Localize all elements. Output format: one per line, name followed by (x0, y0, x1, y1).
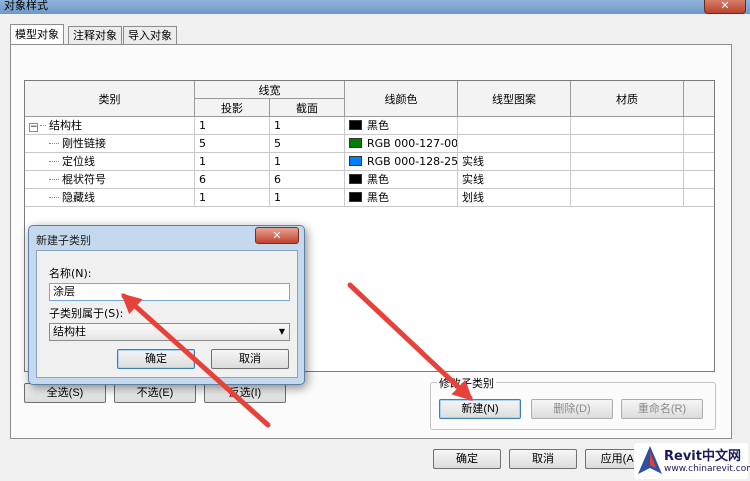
watermark-brand: Revit中文网 (664, 449, 741, 464)
tab-model-objects[interactable]: 模型对象 (10, 24, 64, 44)
watermark-url: www.chinarevit.com (664, 464, 750, 474)
revit-logo-icon (638, 446, 662, 474)
arrow-to-new-button (347, 282, 473, 401)
arrow-to-name-input (121, 293, 271, 428)
revit-watermark: Revit中文网 www.chinarevit.com (634, 443, 750, 479)
annotation-arrows (121, 282, 473, 428)
